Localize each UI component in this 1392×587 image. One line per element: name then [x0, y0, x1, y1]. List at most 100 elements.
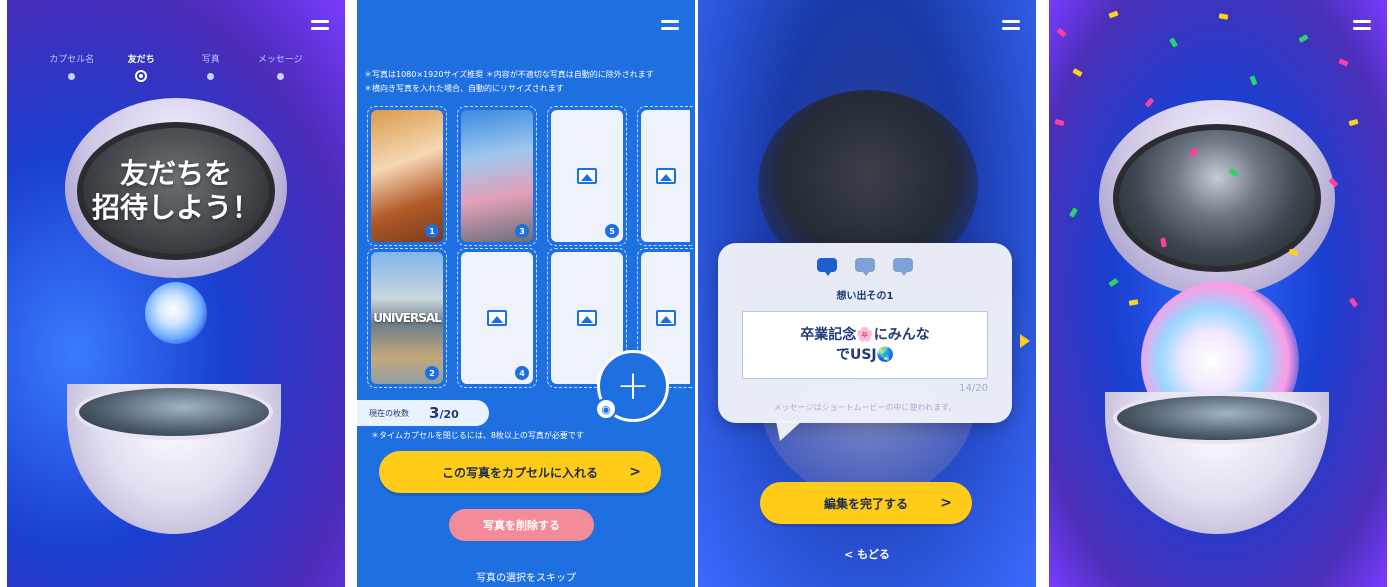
delete-photo-button[interactable]: 写真を削除する — [449, 509, 594, 541]
confetti-piece — [1348, 118, 1359, 127]
hamburger-icon[interactable] — [1002, 20, 1020, 34]
confetti-piece — [1056, 27, 1067, 38]
image-icon — [577, 310, 597, 326]
slot-number-badge: 2 — [425, 366, 439, 380]
screen-photo-select: ＊写真は1080×1920サイズ推奨 ＊内容が不適切な写真は自動的に除外されます… — [357, 0, 695, 587]
photo-thumbnail: UNIVERSAL 2 — [371, 252, 443, 384]
photo-count: 現在の枚数 3/20 — [357, 400, 489, 426]
photo-slot-1[interactable]: 1 — [367, 106, 447, 246]
step-dot-active — [135, 70, 148, 82]
confetti-piece — [1298, 34, 1309, 43]
step-label: 友だち — [127, 55, 155, 65]
notice-line-2: ＊横向き写真を入れた場合、自動的にリサイズされます — [364, 84, 564, 93]
slot-number-badge: 4 — [515, 366, 529, 380]
chevron-right-icon: > — [629, 464, 641, 480]
capsule-bowl-inner — [1113, 392, 1321, 444]
confetti-piece — [1144, 97, 1155, 108]
message-input[interactable]: 卒業記念🌸にみんな でUSJ🌏 — [742, 311, 988, 379]
step-label: カプセル名 — [49, 55, 95, 65]
plus-icon: + — [616, 363, 650, 409]
confetti-piece — [1249, 75, 1258, 86]
back-link[interactable]: < もどる — [698, 546, 1036, 562]
screen-message-edit: 想い出その1 卒業記念🌸にみんな でUSJ🌏 14/20 メッセージはショートム… — [698, 0, 1036, 587]
message-line-2: でUSJ🌏 — [835, 347, 895, 363]
confetti-piece — [1218, 13, 1229, 20]
capsule-bowl — [1105, 392, 1329, 534]
count-total: /20 — [439, 408, 459, 421]
notice-line-1: ＊写真は1080×1920サイズ推奨 ＊内容が不適切な写真は自動的に除外されます — [364, 70, 654, 79]
complete-edit-button[interactable]: 編集を完了する > — [760, 482, 972, 524]
photo-slot-5[interactable]: 5 — [547, 106, 627, 246]
memory-title: 想い出その1 — [836, 291, 894, 302]
confetti-piece — [1169, 37, 1178, 48]
confetti-piece — [1108, 10, 1119, 19]
step-friends[interactable]: 友だち — [111, 52, 171, 82]
slot-number-badge: 3 — [515, 224, 529, 238]
invite-friends-button[interactable]: 友だちを 招待しよう！ — [77, 122, 275, 260]
step-dot — [207, 73, 215, 80]
count-current: 3 — [429, 404, 440, 422]
photo-slot-3[interactable]: 3 — [457, 106, 537, 246]
photo-slot-4[interactable]: 4 — [457, 248, 537, 388]
image-icon — [655, 310, 676, 326]
confetti-piece — [1338, 58, 1349, 67]
message-note: メッセージはショートムービーの中に使われます。 — [773, 403, 957, 412]
memory-tab-1[interactable] — [817, 258, 837, 276]
step-message[interactable]: メッセージ — [250, 52, 310, 82]
empty-slot: 5 — [551, 110, 623, 242]
skip-photo-link[interactable]: 写真の選択をスキップ — [357, 569, 695, 584]
step-capsule-name[interactable]: カプセル名 — [42, 52, 102, 82]
capsule-lid — [1099, 100, 1335, 296]
add-to-capsule-button[interactable]: この写真をカプセルに入れる > — [379, 451, 661, 493]
photo-slot-empty[interactable] — [637, 106, 693, 246]
confetti-piece — [1072, 68, 1083, 77]
hamburger-icon[interactable] — [1353, 20, 1371, 34]
step-dot — [276, 73, 284, 80]
message-dialog: 想い出その1 卒業記念🌸にみんな でUSJ🌏 14/20 メッセージはショートム… — [718, 243, 1012, 441]
image-icon — [577, 168, 597, 184]
delete-photo-label: 写真を削除する — [483, 519, 560, 532]
confetti-piece — [1108, 277, 1119, 288]
headline-line-2: 招待しよう！ — [91, 191, 260, 224]
add-to-capsule-label: この写真をカプセルに入れる — [441, 465, 598, 480]
capsule-lid: 友だちを 招待しよう！ — [65, 98, 287, 278]
confetti-piece — [1128, 299, 1139, 306]
next-memory-arrow-icon[interactable] — [1020, 334, 1030, 348]
photo-slot-2[interactable]: UNIVERSAL 2 — [367, 248, 447, 388]
invite-headline: 友だちを 招待しよう！ — [92, 157, 260, 225]
hamburger-icon[interactable] — [661, 20, 679, 34]
image-icon — [487, 310, 507, 326]
empty-slot — [641, 110, 690, 242]
memory-tabs — [718, 258, 1012, 276]
step-label: メッセージ — [257, 55, 303, 65]
memory-tab-2[interactable] — [855, 258, 875, 276]
min-photos-hint: ＊タイムカプセルを閉じるには、8枚以上の写真が必要です — [371, 431, 584, 440]
glowing-orb — [145, 282, 207, 344]
photo-notice: ＊写真は1080×1920サイズ推奨 ＊内容が不適切な写真は自動的に除外されます… — [364, 68, 690, 96]
empty-slot: 4 — [461, 252, 533, 384]
screen-invite-friends: カプセル名 友だち 写真 メッセージ 友だちを 招待しよう！ — [7, 0, 345, 587]
confetti-piece — [1348, 297, 1359, 308]
confetti-piece — [1069, 207, 1078, 218]
headline-line-1: 友だちを — [119, 157, 232, 190]
step-dot — [68, 73, 76, 80]
capsule-bowl — [67, 384, 281, 534]
chevron-right-icon: > — [940, 495, 952, 511]
char-count: 14/20 — [959, 383, 988, 394]
photo-thumbnail: 1 — [371, 110, 443, 242]
memory-tab-3[interactable] — [893, 258, 913, 276]
step-photos[interactable]: 写真 — [181, 52, 241, 82]
photo-overlay-text: UNIVERSAL — [373, 311, 442, 325]
count-value: 3/20 — [429, 404, 459, 422]
slot-number-badge: 1 — [425, 224, 439, 238]
slot-number-badge: 5 — [605, 224, 619, 238]
camera-icon[interactable]: ◉ — [595, 398, 617, 420]
step-indicator: カプセル名 友だち 写真 メッセージ — [7, 52, 345, 82]
photo-grid: 1 3 5 UNIVERSAL 2 4 — [367, 98, 693, 388]
confetti-piece — [1054, 118, 1065, 127]
message-line-1: 卒業記念🌸にみんな — [800, 327, 930, 343]
complete-edit-label: 編集を完了する — [823, 496, 908, 511]
message-text: 卒業記念🌸にみんな でUSJ🌏 — [800, 325, 929, 365]
screen-capsule-celebration — [1049, 0, 1387, 587]
hamburger-icon[interactable] — [311, 20, 329, 34]
